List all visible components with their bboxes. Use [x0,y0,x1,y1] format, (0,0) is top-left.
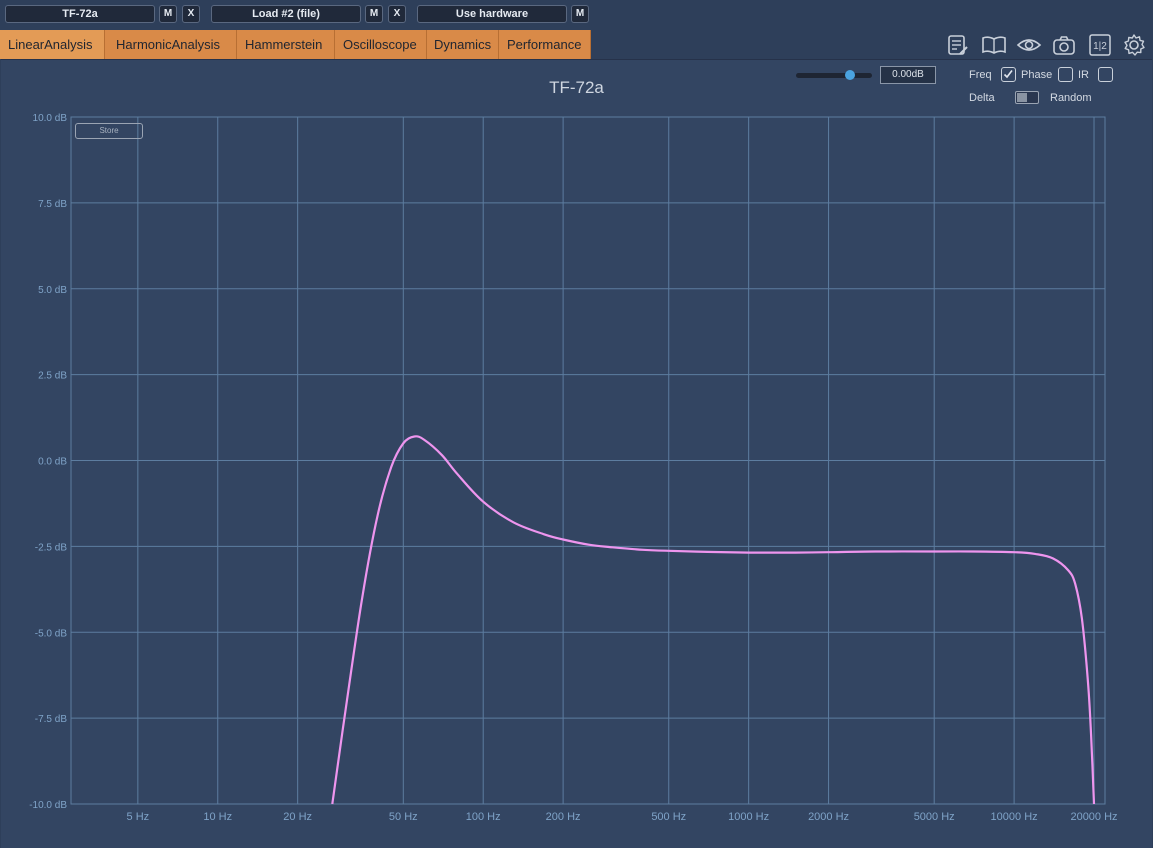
x-tick-label: 1000 Hz [728,811,769,823]
y-tick-label: -5.0 dB [35,628,68,639]
x-tick-label: 50 Hz [389,811,418,823]
store-button[interactable]: Store [75,123,143,139]
y-tick-label: 7.5 dB [38,199,67,210]
y-tick-label: 0.0 dB [38,457,67,468]
x-tick-label: 10000 Hz [991,811,1038,823]
y-tick-label: -10.0 dB [29,800,67,811]
x-tick-label: 20000 Hz [1070,811,1117,823]
x-tick-label: 5000 Hz [914,811,955,823]
chart-series [331,435,1096,805]
y-tick-label: -7.5 dB [35,714,68,725]
y-tick-label: 2.5 dB [38,371,67,382]
x-tick-label: 100 Hz [466,811,501,823]
x-tick-label: 2000 Hz [808,811,849,823]
chart-grid [70,116,1106,805]
x-tick-label: 200 Hz [546,811,581,823]
y-tick-label: 10.0 dB [33,113,68,124]
y-tick-label: 5.0 dB [38,285,67,296]
x-tick-label: 20 Hz [283,811,312,823]
x-tick-label: 10 Hz [203,811,232,823]
y-tick-label: -2.5 dB [35,542,68,553]
frequency-response-chart: 10.0 dB 7.5 dB 5.0 dB 2.5 dB 0.0 dB -2.5 dB -5… [29,113,1117,823]
x-tick-label: 500 Hz [651,811,686,823]
frequency-response-curve [331,435,1096,805]
x-tick-label: 5 Hz [127,811,150,823]
chart-axis-labels: 10.0 dB 7.5 dB 5.0 dB 2.5 dB 0.0 dB -2.5 dB -5… [29,113,1117,823]
